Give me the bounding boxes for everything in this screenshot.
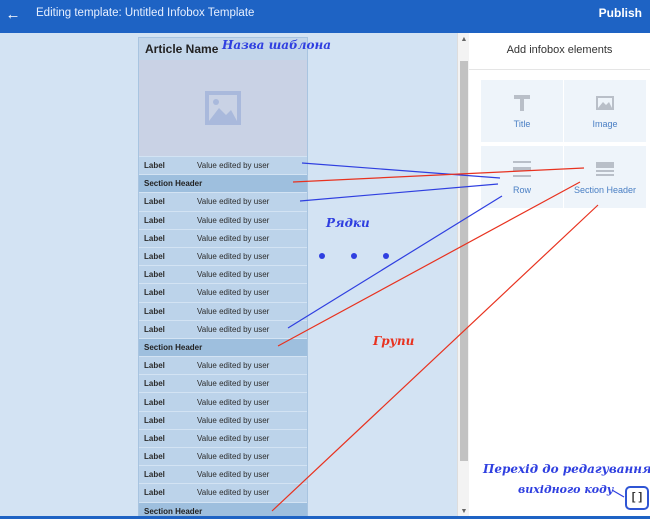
row-value: Value edited by user bbox=[197, 397, 270, 407]
row-label: Label bbox=[144, 488, 165, 498]
row-label: Label bbox=[144, 215, 165, 225]
row-label: Label bbox=[144, 415, 165, 425]
row-value: Value edited by user bbox=[197, 270, 270, 280]
infobox-row[interactable]: Label Value edited by user bbox=[139, 246, 307, 265]
infobox-row[interactable]: Label Value edited by user bbox=[139, 374, 307, 392]
annotation-groups: Групи bbox=[373, 334, 415, 348]
edit-source-button[interactable]: [ ] bbox=[625, 486, 649, 510]
add-image-tile[interactable]: Image bbox=[564, 80, 646, 142]
row-label: Label bbox=[144, 197, 165, 207]
section-header[interactable]: Section Header bbox=[139, 174, 307, 193]
infobox-row[interactable]: Label Value edited by user bbox=[139, 392, 307, 410]
infobox-row[interactable]: Label Value edited by user bbox=[139, 192, 307, 210]
annotation-source-line2: вихідного коду bbox=[518, 483, 614, 496]
infobox-image[interactable] bbox=[139, 60, 307, 156]
tile-label: Image bbox=[592, 119, 618, 129]
row-value: Value edited by user bbox=[197, 197, 270, 207]
section-header-icon bbox=[596, 162, 614, 176]
infobox-row[interactable]: Label Value edited by user bbox=[139, 428, 307, 447]
tile-label: Title bbox=[513, 119, 531, 129]
canvas-scrollbar[interactable]: ▲ ▼ bbox=[457, 33, 469, 519]
scroll-thumb[interactable] bbox=[460, 61, 468, 461]
row-label: Label bbox=[144, 397, 165, 407]
row-label: Label bbox=[144, 233, 165, 243]
add-elements-panel: Add infobox elements Title Image Row Sec… bbox=[469, 33, 650, 519]
divider bbox=[469, 69, 650, 70]
row-label: Label bbox=[144, 379, 165, 389]
annotation-dot bbox=[383, 253, 389, 259]
row-label: Label bbox=[144, 270, 165, 280]
infobox-row[interactable]: Label Value edited by user bbox=[139, 228, 307, 247]
infobox-row[interactable]: Label Value edited by user bbox=[139, 156, 307, 174]
publish-button[interactable]: Publish bbox=[599, 6, 642, 20]
infobox-row[interactable]: Label Value edited by user bbox=[139, 356, 307, 374]
row-label: Label bbox=[144, 161, 165, 171]
tile-label: Section Header bbox=[573, 185, 637, 195]
row-value: Value edited by user bbox=[197, 452, 270, 462]
row-value: Value edited by user bbox=[197, 379, 270, 389]
annotation-rows: Рядки bbox=[326, 216, 370, 230]
image-placeholder-icon bbox=[205, 91, 241, 125]
row-label: Label bbox=[144, 252, 165, 262]
row-value: Value edited by user bbox=[197, 161, 270, 171]
row-value: Value edited by user bbox=[197, 470, 270, 480]
row-value: Value edited by user bbox=[197, 252, 270, 262]
row-value: Value edited by user bbox=[197, 288, 270, 298]
panel-title: Add infobox elements bbox=[506, 44, 613, 56]
section-header[interactable]: Section Header bbox=[139, 337, 307, 357]
infobox-preview: Article Name Label Value edited by user S… bbox=[138, 37, 308, 519]
row-label: Label bbox=[144, 288, 165, 298]
row-value: Value edited by user bbox=[197, 488, 270, 498]
row-label: Label bbox=[144, 433, 165, 443]
row-value: Value edited by user bbox=[197, 215, 270, 225]
infobox-row[interactable]: Label Value edited by user bbox=[139, 301, 307, 320]
add-row-tile[interactable]: Row bbox=[481, 146, 563, 208]
annotation-template-name: Назва шаблона bbox=[222, 38, 332, 52]
add-section-header-tile[interactable]: Section Header bbox=[564, 146, 646, 208]
top-bar: ← Editing template: Untitled Infobox Tem… bbox=[0, 0, 650, 33]
title-t-icon bbox=[514, 95, 530, 111]
editor-title: Editing template: Untitled Infobox Templ… bbox=[36, 7, 255, 19]
row-value: Value edited by user bbox=[197, 306, 270, 316]
infobox-row[interactable]: Label Value edited by user bbox=[139, 483, 307, 501]
row-value: Value edited by user bbox=[197, 415, 270, 425]
row-value: Value edited by user bbox=[197, 361, 270, 371]
row-label: Label bbox=[144, 306, 165, 316]
row-label: Label bbox=[144, 361, 165, 371]
infobox-row[interactable]: Label Value edited by user bbox=[139, 447, 307, 465]
image-icon bbox=[596, 96, 614, 110]
row-label: Label bbox=[144, 470, 165, 480]
row-value: Value edited by user bbox=[197, 433, 270, 443]
row-icon bbox=[513, 161, 531, 177]
infobox-row[interactable]: Label Value edited by user bbox=[139, 410, 307, 429]
row-value: Value edited by user bbox=[197, 233, 270, 243]
tile-label: Row bbox=[512, 185, 531, 195]
infobox-row[interactable]: Label Value edited by user bbox=[139, 210, 307, 229]
annotation-source-line1: Перехід до редагування bbox=[483, 462, 650, 476]
back-arrow-icon[interactable]: ← bbox=[4, 6, 22, 24]
row-label: Label bbox=[144, 324, 165, 334]
infobox-row[interactable]: Label Value edited by user bbox=[139, 319, 307, 338]
row-value: Value edited by user bbox=[197, 324, 270, 334]
scroll-up-icon[interactable]: ▲ bbox=[460, 35, 468, 45]
infobox-row[interactable]: Label Value edited by user bbox=[139, 265, 307, 283]
infobox-row[interactable]: Label Value edited by user bbox=[139, 283, 307, 301]
add-title-tile[interactable]: Title bbox=[481, 80, 563, 142]
row-label: Label bbox=[144, 452, 165, 462]
annotation-dot bbox=[319, 253, 325, 259]
infobox-row[interactable]: Label Value edited by user bbox=[139, 465, 307, 483]
template-canvas: Article Name Label Value edited by user S… bbox=[0, 33, 457, 519]
annotation-dot bbox=[351, 253, 357, 259]
